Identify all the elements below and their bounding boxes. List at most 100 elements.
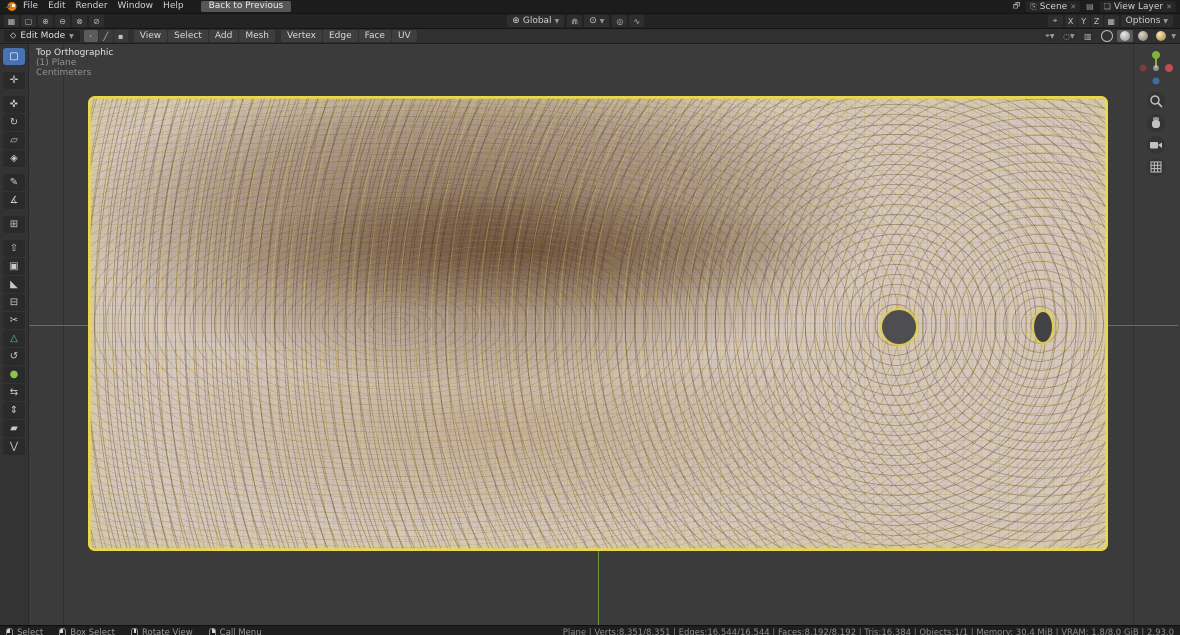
view-name-label: Top Orthographic bbox=[36, 48, 113, 58]
scene-statistics: Plane | Verts:8,351/8,351 | Edges:16,544… bbox=[563, 628, 1174, 635]
mesh-hole-drain[interactable] bbox=[882, 310, 916, 344]
viewport-header: ⬦ Edit Mode ▼ · ╱ ▪ View Select Add Mesh… bbox=[0, 29, 1180, 44]
globe-icon: ⊕ bbox=[512, 16, 520, 26]
tool-rip-region[interactable]: ⋁ bbox=[3, 438, 25, 455]
select-mode-set-icon[interactable]: ⊕ bbox=[38, 15, 53, 27]
menu-mesh[interactable]: Mesh bbox=[239, 30, 275, 42]
show-gizmo-dropdown-icon[interactable]: ⌖▼ bbox=[1042, 30, 1057, 42]
select-mode-extend-icon[interactable]: ⊖ bbox=[55, 15, 70, 27]
tool-loop-cut[interactable]: ⊟ bbox=[3, 294, 25, 311]
xray-toggle-icon[interactable]: ▥ bbox=[1080, 30, 1095, 42]
shading-wireframe-icon[interactable] bbox=[1099, 30, 1115, 42]
menu-edit[interactable]: Edit bbox=[43, 0, 70, 13]
mirror-x-toggle[interactable]: X bbox=[1065, 15, 1077, 27]
grid-line bbox=[1133, 44, 1134, 625]
face-select-mode-button[interactable]: ▪ bbox=[114, 30, 128, 42]
menu-file[interactable]: File bbox=[18, 0, 43, 13]
mesh-hole-overflow[interactable] bbox=[1034, 312, 1052, 342]
shading-material-icon[interactable] bbox=[1135, 30, 1151, 42]
edit-mode-icon: ⬦ bbox=[10, 31, 16, 41]
tool-rotate[interactable]: ↻ bbox=[3, 114, 25, 131]
viewport-overlay-text: Top Orthographic (1) Plane Centimeters bbox=[36, 48, 113, 78]
menu-face[interactable]: Face bbox=[359, 30, 391, 42]
tool-shear[interactable]: ▰ bbox=[3, 420, 25, 437]
menu-edge[interactable]: Edge bbox=[323, 30, 358, 42]
view-layer-remove-icon[interactable]: ✕ bbox=[1166, 3, 1172, 11]
shading-dropdown-icon[interactable]: ▼ bbox=[1171, 33, 1176, 40]
menu-window[interactable]: Window bbox=[113, 0, 159, 13]
tool-edge-slide[interactable]: ⇆ bbox=[3, 384, 25, 401]
mirror-z-toggle[interactable]: Z bbox=[1091, 15, 1103, 27]
tool-scale[interactable]: ▱ bbox=[3, 132, 25, 149]
editor-type-icon[interactable]: ▦ bbox=[4, 15, 19, 27]
menu-view[interactable]: View bbox=[134, 30, 167, 42]
tool-poly-build[interactable]: △ bbox=[3, 330, 25, 347]
mesh-plane-wireframe[interactable] bbox=[88, 96, 1108, 551]
proportional-editing-toggle-icon[interactable]: ◎ bbox=[612, 15, 627, 27]
mode-dropdown[interactable]: ⬦ Edit Mode ▼ bbox=[4, 30, 80, 42]
tool-knife[interactable]: ✂ bbox=[3, 312, 25, 329]
tool-add-cube[interactable]: ⊞ bbox=[3, 216, 25, 233]
tool-extrude-region[interactable]: ⇧ bbox=[3, 240, 25, 257]
transform-orientation-dropdown[interactable]: ⊕ Global ▼ bbox=[507, 15, 564, 27]
chevron-down-icon: ▼ bbox=[1163, 18, 1168, 25]
tool-smooth[interactable]: ● bbox=[3, 366, 25, 383]
tool-shrink-fatten[interactable]: ⇕ bbox=[3, 402, 25, 419]
menu-select[interactable]: Select bbox=[168, 30, 208, 42]
menu-uv[interactable]: UV bbox=[392, 30, 417, 42]
scene-unlink-icon[interactable]: ✕ bbox=[1070, 3, 1076, 11]
toggle-orthographic-grid-icon[interactable] bbox=[1147, 158, 1165, 176]
zoom-icon[interactable] bbox=[1147, 92, 1165, 110]
viewport-3d[interactable]: ▢ ✛ ✜ ↻ ▱ ◈ ✎ ∡ ⊞ ⇧ ▣ ◣ ⊟ ✂ △ ↺ ● ⇆ ⇕ ▰ … bbox=[0, 44, 1180, 625]
edge-select-mode-button[interactable]: ╱ bbox=[99, 30, 113, 42]
chevron-down-icon: ▼ bbox=[600, 18, 605, 25]
menu-help[interactable]: Help bbox=[158, 0, 189, 13]
keymap-hint-rotate-view: Rotate View bbox=[131, 628, 193, 635]
tool-spin[interactable]: ↺ bbox=[3, 348, 25, 365]
snap-toggle-icon[interactable]: ⋒ bbox=[567, 15, 582, 27]
tool-cursor[interactable]: ✛ bbox=[3, 72, 25, 89]
view-layer-name: View Layer bbox=[1114, 2, 1163, 12]
tool-bevel[interactable]: ◣ bbox=[3, 276, 25, 293]
back-to-previous-button[interactable]: Back to Previous bbox=[201, 1, 292, 12]
tool-annotate[interactable]: ✎ bbox=[3, 174, 25, 191]
select-mode-subtract-icon[interactable]: ⊗ bbox=[72, 15, 87, 27]
select-mode-invert-icon[interactable]: ⊘ bbox=[89, 15, 104, 27]
vertex-select-mode-button[interactable]: · bbox=[84, 30, 98, 42]
hint-label: Call Menu bbox=[220, 628, 262, 635]
scene-browse-icon[interactable]: 🗗 bbox=[1013, 0, 1021, 14]
units-label: Centimeters bbox=[36, 68, 113, 78]
options-dropdown[interactable]: Options ▼ bbox=[1121, 15, 1173, 27]
top-menubar: File Edit Render Window Help Back to Pre… bbox=[0, 0, 1180, 13]
view-layer-icon: ❏ bbox=[1104, 2, 1111, 11]
show-overlays-dropdown-icon[interactable]: ◌▼ bbox=[1061, 30, 1076, 42]
move-view-hand-icon[interactable] bbox=[1147, 114, 1165, 132]
snap-target-dropdown[interactable]: ⊙ ▼ bbox=[584, 15, 609, 27]
shading-rendered-icon[interactable] bbox=[1153, 30, 1169, 42]
tool-select-box[interactable]: ▢ bbox=[3, 48, 25, 65]
mode-value: Edit Mode bbox=[20, 31, 65, 41]
navigation-gizmo[interactable] bbox=[1136, 48, 1176, 88]
scene-selector[interactable]: ⎘ Scene ✕ bbox=[1026, 1, 1080, 12]
scene-icon: ⎘ bbox=[1030, 2, 1036, 12]
menu-vertex[interactable]: Vertex bbox=[281, 30, 322, 42]
tool-transform[interactable]: ◈ bbox=[3, 150, 25, 167]
keymap-hint-call-menu: Call Menu bbox=[209, 628, 262, 635]
view-layer-browse-icon[interactable]: ▤ bbox=[1086, 2, 1094, 11]
mirror-y-toggle[interactable]: Y bbox=[1078, 15, 1090, 27]
camera-view-icon[interactable] bbox=[1147, 136, 1165, 154]
menu-render[interactable]: Render bbox=[71, 0, 113, 13]
tool-move[interactable]: ✜ bbox=[3, 96, 25, 113]
menu-add[interactable]: Add bbox=[209, 30, 238, 42]
view-layer-selector[interactable]: ❏ View Layer ✕ bbox=[1100, 1, 1176, 12]
shading-solid-icon[interactable] bbox=[1117, 30, 1133, 42]
proportional-falloff-icon[interactable]: ∿ bbox=[629, 15, 644, 27]
transform-pivot-icon[interactable]: ⌖ bbox=[1048, 15, 1063, 27]
hint-label: Box Select bbox=[70, 628, 115, 635]
snap-grid-icon[interactable]: ▦ bbox=[1104, 15, 1119, 27]
right-mouse-icon bbox=[209, 628, 216, 635]
status-bar: Select Box Select Rotate View Call Menu … bbox=[0, 625, 1180, 635]
hint-label: Rotate View bbox=[142, 628, 193, 635]
tool-inset-faces[interactable]: ▣ bbox=[3, 258, 25, 275]
tool-measure[interactable]: ∡ bbox=[3, 192, 25, 209]
